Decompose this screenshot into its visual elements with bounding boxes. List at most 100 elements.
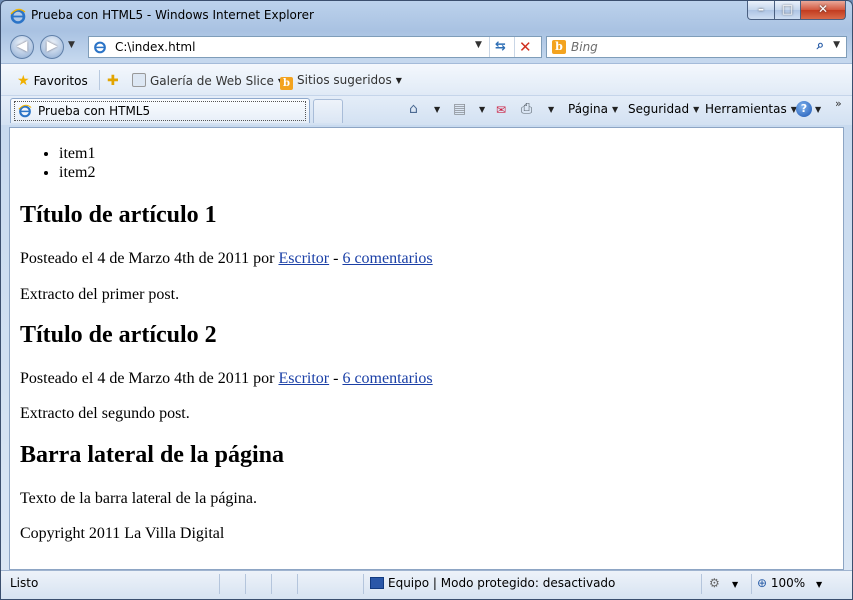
status-separator [363,574,364,594]
print-icon[interactable]: ⎙ [521,101,532,117]
address-input[interactable]: C:\index.html [115,40,195,54]
article-1-title: Título de artículo 1 [20,202,217,228]
zoom-icon: ⊕ [757,576,768,590]
bing-icon: b [280,77,293,90]
add-favorite-icon: ✚ [107,73,119,89]
maximize-button[interactable]: □ [775,1,801,20]
address-separator-2 [514,37,515,57]
address-dropdown-icon[interactable]: ▼ [475,40,482,50]
page-content: item1 item2 Título de artículo 1 Postead… [9,127,844,570]
article-2-excerpt: Extracto del segundo post. [20,405,190,422]
address-bar[interactable]: C:\index.html ▼ ⇆ ✕ [88,36,542,58]
maximize-icon: □ [781,2,794,16]
sidebar-title: Barra lateral de la página [20,442,284,468]
back-arrow-icon: ◀ [16,38,28,54]
article-2-comments-link[interactable]: 6 comentarios [342,370,432,387]
tab-row: Prueba con HTML5 ⌂ ▼ ▤ ▼ ✉ ⎙ ▼ Página ▼ S… [1,96,852,125]
status-separator [271,574,272,594]
star-icon: ★ [17,73,30,89]
browser-window: Prueba con HTML5 - Windows Internet Expl… [0,0,853,600]
article-1-meta: Posteado el 4 de Marzo 4th de 2011 por E… [20,250,433,268]
home-icon[interactable]: ⌂ [409,101,418,117]
suggested-sites-label: Sitios sugeridos [297,73,392,87]
page-ie-icon [94,41,106,54]
chevron-down-icon: ▼ [611,105,619,114]
ie-logo-icon [10,8,26,24]
favorites-separator [99,70,100,90]
article-1-meta-sep: - [329,250,343,267]
minimize-button[interactable]: – [747,1,775,20]
popup-dropdown-icon[interactable]: ▼ [732,580,738,589]
suggested-sites-link[interactable]: b Sitios sugeridos ▼ [280,73,402,90]
page-footer: Copyright 2011 La Villa Digital [20,525,225,542]
minimize-icon: – [758,2,764,16]
address-separator [489,37,490,57]
tab-ie-icon [18,104,32,118]
article-2-author-link[interactable]: Escritor [278,370,329,387]
close-button[interactable]: ✕ [801,1,846,20]
help-icon[interactable]: ? [796,101,812,117]
help-dropdown-icon[interactable]: ▼ [815,105,821,114]
article-1-meta-text: Posteado el 4 de Marzo 4th de 2011 por [20,250,279,267]
mail-icon[interactable]: ✉ [496,103,506,117]
favorites-button[interactable]: ★ Favoritos [17,73,88,89]
search-box[interactable]: b Bing ⌕ ▼ [546,36,847,58]
article-2-meta-text: Posteado el 4 de Marzo 4th de 2011 por [20,370,279,387]
status-separator [297,574,298,594]
status-bar: Listo Equipo | Modo protegido: desactiva… [1,570,852,599]
status-text: Listo [10,576,39,590]
back-button[interactable]: ◀ [10,35,34,59]
bing-logo-icon: b [552,40,566,54]
sidebar-text: Texto de la barra lateral de la página. [20,490,257,507]
search-dropdown-icon[interactable]: ▼ [833,40,840,50]
security-zone-label: Equipo | Modo protegido: desactivado [388,576,616,590]
web-slice-gallery-label: Galería de Web Slice [150,74,274,88]
popup-blocker-icon[interactable]: ⚙ [709,576,720,590]
article-1-author-link[interactable]: Escritor [278,250,329,267]
tab-prueba-con-html5[interactable]: Prueba con HTML5 [10,98,310,123]
item-list: item1 item2 [10,144,843,182]
stop-icon[interactable]: ✕ [519,38,532,56]
forward-arrow-icon: ▶ [46,38,58,54]
zoom-control[interactable]: ⊕ 100% [757,576,805,590]
refresh-icon[interactable]: ⇆ [495,39,506,54]
article-1-excerpt: Extracto del primer post. [20,286,180,303]
page-menu[interactable]: Página ▼ [568,102,618,116]
chevron-down-icon: ▼ [395,76,402,85]
computer-zone-icon [370,577,384,589]
history-dropdown-icon[interactable]: ▼ [68,40,75,50]
favorites-bar: ★Favoritos ✚ Galería de Web Slice▼ bSiti… [1,63,852,96]
article-2-meta: Posteado el 4 de Marzo 4th de 2011 por E… [20,370,433,388]
feeds-dropdown-icon[interactable]: ▼ [479,105,485,114]
home-dropdown-icon[interactable]: ▼ [434,105,440,114]
navigation-bar: ◀ ▶ ▼ C:\index.html ▼ ⇆ ✕ b Bing ⌕ ▼ [1,31,852,63]
chevron-down-icon: ▼ [693,105,700,114]
security-menu-label: Seguridad [628,102,690,116]
tools-menu[interactable]: Herramientas ▼ [705,102,797,116]
article-1-comments-link[interactable]: 6 comentarios [342,250,432,267]
print-dropdown-icon[interactable]: ▼ [548,105,554,114]
forward-button[interactable]: ▶ [40,35,64,59]
caption-buttons: – □ ✕ [747,1,846,21]
feeds-icon[interactable]: ▤ [453,101,466,117]
window-title: Prueba con HTML5 - Windows Internet Expl… [31,8,314,22]
search-input[interactable]: Bing [571,40,598,54]
security-zone[interactable]: Equipo | Modo protegido: desactivado [370,576,615,590]
search-icon[interactable]: ⌕ [817,38,824,53]
security-menu[interactable]: Seguridad ▼ [628,102,699,116]
tab-label: Prueba con HTML5 [38,104,151,118]
new-tab-button[interactable] [313,99,343,123]
web-slice-gallery-link[interactable]: Galería de Web Slice▼ [132,73,284,88]
article-2-meta-sep: - [329,370,343,387]
status-separator [219,574,220,594]
list-item: item2 [59,163,843,182]
tools-menu-label: Herramientas [705,102,787,116]
article-2-title: Título de artículo 2 [20,322,217,348]
zoom-level: 100% [770,576,806,590]
status-separator [245,574,246,594]
status-separator [751,574,752,594]
add-favorite-button[interactable]: ✚ [107,73,123,89]
zoom-dropdown-icon[interactable]: ▼ [816,580,822,589]
close-icon: ✕ [817,2,829,16]
more-commands-icon[interactable]: » [835,97,842,110]
